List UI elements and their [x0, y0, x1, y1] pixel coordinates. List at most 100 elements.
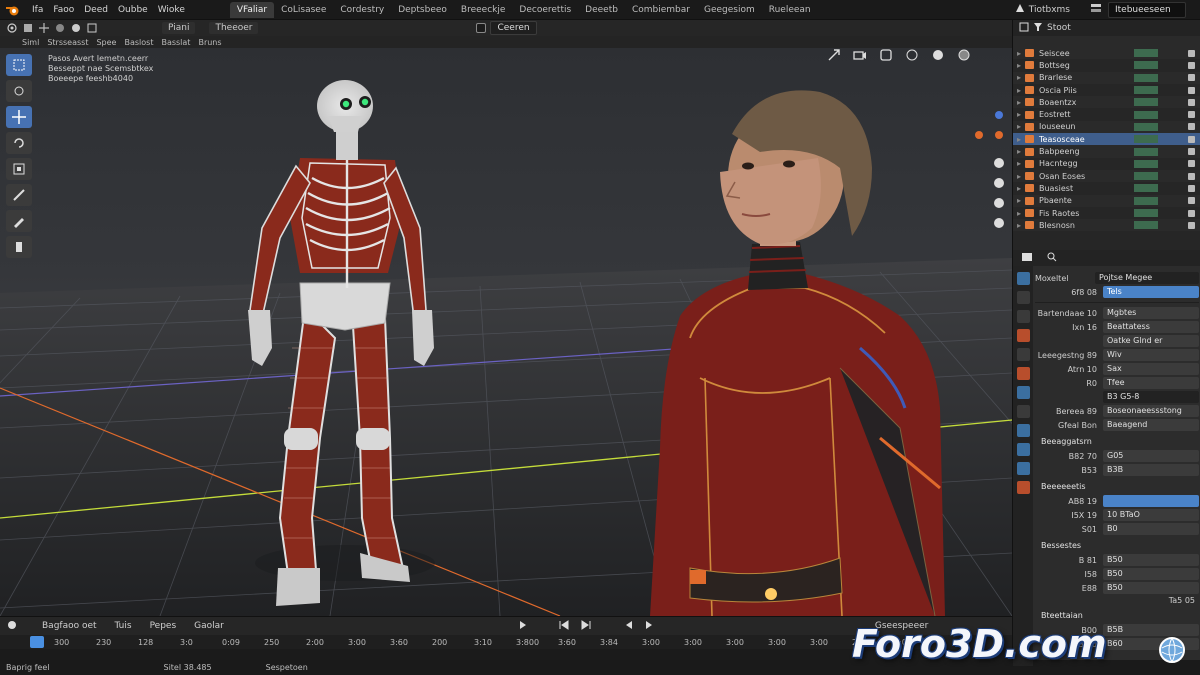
- outliner-row[interactable]: ▸ Bottseg: [1013, 59, 1200, 71]
- search-icon[interactable]: [1047, 252, 1057, 265]
- outliner-row[interactable]: ▸ Boaentzx: [1013, 96, 1200, 109]
- camera-toggle-checkbox[interactable]: [476, 23, 487, 33]
- outliner-row[interactable]: ▸ Brarlese: [1013, 71, 1200, 84]
- workspace-tab-layout[interactable]: VFaliar: [229, 1, 275, 18]
- prop-field[interactable]: B3 G5-8: [1103, 391, 1199, 403]
- prop-field[interactable]: G05: [1103, 450, 1199, 462]
- prop-field[interactable]: Baeagend: [1103, 419, 1199, 431]
- expand-icon[interactable]: ▸: [1013, 61, 1025, 70]
- menu-render[interactable]: Deed: [79, 5, 113, 15]
- section-title[interactable]: Bessestes: [1041, 541, 1199, 550]
- prop-field[interactable]: Oatke Glnd er: [1103, 335, 1199, 347]
- workspace-tab-3[interactable]: Deptsbeeo: [391, 2, 454, 18]
- workspace-tab-5[interactable]: Decoerettis: [512, 2, 578, 18]
- viewport-view-button[interactable]: Theeoer: [209, 22, 259, 34]
- eye-icon[interactable]: [1188, 197, 1195, 205]
- object-mode-icon[interactable]: [22, 23, 34, 33]
- workspace-tab-4[interactable]: Breeeckje: [454, 2, 513, 18]
- cursor-tool-icon[interactable]: [6, 80, 32, 102]
- prop-field[interactable]: Tels: [1103, 286, 1199, 298]
- prop-field[interactable]: 10 BTaO: [1103, 509, 1199, 521]
- expand-icon[interactable]: ▸: [1013, 135, 1025, 144]
- expand-icon[interactable]: ▸: [1013, 86, 1025, 95]
- expand-icon[interactable]: ▸: [1013, 209, 1025, 218]
- section-title[interactable]: Bteettaian: [1041, 611, 1199, 620]
- outliner-row[interactable]: ▸ Iouseeun: [1013, 120, 1200, 134]
- outliner-row[interactable]: ▸ Fis Raotes: [1013, 207, 1200, 219]
- camera-icon[interactable]: [852, 48, 868, 62]
- workspace-tab-9[interactable]: Rueleean: [762, 2, 818, 18]
- timeline-menu-2[interactable]: Pepes: [146, 621, 181, 631]
- render-tab-icon[interactable]: [1016, 291, 1030, 304]
- outliner-row[interactable]: ▸ Oscia Piis: [1013, 84, 1200, 96]
- expand-icon[interactable]: ▸: [1013, 49, 1025, 58]
- subheader-item-4[interactable]: Basslat: [161, 38, 190, 47]
- expand-icon[interactable]: ▸: [1013, 147, 1025, 156]
- timeline-menu-1[interactable]: Tuis: [111, 621, 136, 631]
- overlay-icon[interactable]: [54, 23, 66, 33]
- keyframe-prev-icon[interactable]: [558, 619, 570, 633]
- menu-help[interactable]: Wioke: [153, 5, 190, 15]
- eye-icon[interactable]: [1188, 111, 1195, 119]
- eye-icon[interactable]: [1188, 148, 1195, 156]
- expand-icon[interactable]: ▸: [1013, 73, 1025, 82]
- outliner-row[interactable]: ▸ Hacntegg: [1013, 158, 1200, 170]
- transform-tool-icon[interactable]: [6, 184, 32, 206]
- expand-icon[interactable]: ▸: [1013, 172, 1025, 181]
- outliner-row[interactable]: ▸ Babpeeng: [1013, 145, 1200, 158]
- eye-icon[interactable]: [1188, 221, 1195, 229]
- outliner-row-selected[interactable]: ▸ Teasosceae: [1013, 133, 1200, 146]
- viewport-mode-button[interactable]: Piani: [162, 22, 196, 34]
- subheader-item-2[interactable]: Spee: [96, 38, 116, 47]
- play-button-icon[interactable]: [518, 620, 528, 633]
- material-tab-icon[interactable]: [1016, 481, 1030, 494]
- prop-field[interactable]: Sax: [1103, 363, 1199, 375]
- workspace-tab-1[interactable]: CoLisasee: [274, 2, 333, 18]
- timeline-menu-3[interactable]: Gaolar: [190, 621, 228, 631]
- ortho-toggle-icon[interactable]: [992, 216, 1006, 230]
- expand-icon[interactable]: ▸: [1013, 159, 1025, 168]
- editor-type-icon[interactable]: [6, 23, 18, 33]
- outliner-row[interactable]: ▸ Osan Eoses: [1013, 169, 1200, 183]
- data-tab-icon[interactable]: [1016, 462, 1030, 475]
- axis-y-icon[interactable]: [992, 128, 1006, 142]
- expand-icon[interactable]: ▸: [1013, 221, 1025, 230]
- zoom-icon[interactable]: [992, 156, 1006, 170]
- workspace-tab-8[interactable]: Geegesiom: [697, 2, 762, 18]
- eye-icon[interactable]: [1188, 98, 1195, 106]
- world-tab-icon[interactable]: [1016, 348, 1030, 361]
- scene-selector[interactable]: Tiotbxms: [1015, 3, 1070, 16]
- prop-field[interactable]: B0: [1103, 523, 1199, 535]
- outliner-row[interactable]: ▸ Pbaente: [1013, 194, 1200, 207]
- workspace-tab-6[interactable]: Deeetb: [578, 2, 625, 18]
- material-selector[interactable]: Pojtse Megee: [1095, 272, 1199, 284]
- gizmo-icon[interactable]: [38, 23, 50, 33]
- outliner-row[interactable]: ▸ Eostrett: [1013, 108, 1200, 120]
- prop-field[interactable]: B5B: [1103, 624, 1199, 636]
- menu-window[interactable]: Oubbe: [113, 5, 153, 15]
- select-box-icon[interactable]: [6, 54, 32, 76]
- jump-start-icon[interactable]: [622, 620, 634, 633]
- expand-icon[interactable]: ▸: [1013, 184, 1025, 193]
- move-tool-icon[interactable]: [6, 106, 32, 128]
- subheader-item-0[interactable]: Siml: [22, 38, 39, 47]
- shading-icon[interactable]: [70, 23, 82, 33]
- render-preview-icon[interactable]: [878, 48, 894, 62]
- annotate-icon[interactable]: [6, 210, 32, 232]
- expand-icon[interactable]: [826, 48, 842, 62]
- prop-field[interactable]: Beattatess: [1103, 321, 1199, 333]
- menu-file[interactable]: Ifa: [27, 5, 48, 15]
- subheader-item-1[interactable]: Strsseasst: [47, 38, 88, 47]
- expand-icon[interactable]: ▸: [1013, 196, 1025, 205]
- prop-field[interactable]: B50: [1103, 568, 1199, 580]
- material-shading-icon[interactable]: [956, 48, 972, 62]
- keyframe-next-icon[interactable]: [580, 619, 592, 633]
- expand-icon[interactable]: ▸: [1013, 98, 1025, 107]
- section-title[interactable]: Beeeeeetis: [1041, 482, 1199, 491]
- workspace-tab-7[interactable]: Combiembar: [625, 2, 697, 18]
- section-title[interactable]: Beeaggatsrn: [1041, 437, 1199, 446]
- axis-x-icon[interactable]: [972, 128, 986, 142]
- tool-tab-icon[interactable]: [1016, 272, 1030, 285]
- outliner-row[interactable]: ▸ Seiscee: [1013, 47, 1200, 60]
- outliner-icon[interactable]: [1019, 22, 1029, 35]
